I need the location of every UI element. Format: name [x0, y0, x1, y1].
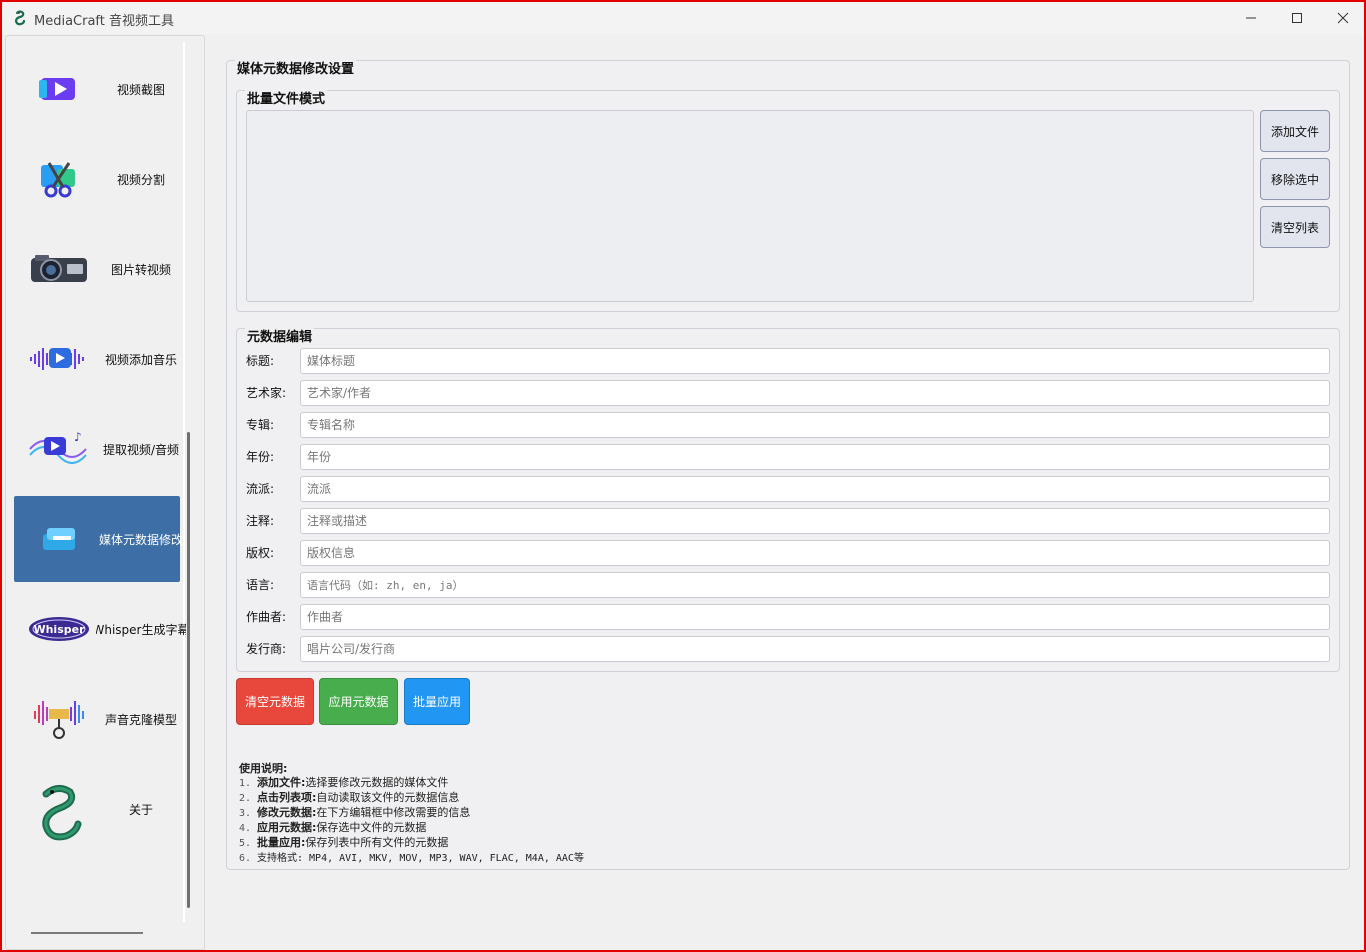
file-list[interactable] — [246, 110, 1254, 302]
sidebar-item-label: 声音克隆模型 — [104, 712, 177, 727]
extract-audio-icon: ♪ — [26, 424, 92, 474]
sidebar-item-extract-audio[interactable]: ♪ 提取视频/音频 — [14, 406, 180, 492]
album-input[interactable] — [300, 412, 1330, 438]
window-title: MediaCraft 音视频工具 — [34, 14, 175, 29]
sidebar-item-metadata[interactable]: 媒体元数据修改 — [14, 496, 183, 582]
sidebar-item-label: 视频分割 — [116, 172, 165, 187]
language-label: 语言: — [246, 578, 275, 592]
audio-wave-icon — [26, 334, 92, 384]
sidebar-horizontal-scrollbar[interactable] — [31, 932, 143, 934]
comment-input[interactable] — [300, 508, 1330, 534]
metadata-group-title: 元数据编辑 — [245, 326, 315, 345]
maximize-button[interactable] — [1274, 2, 1320, 34]
sidebar-scrollbar[interactable] — [187, 432, 190, 908]
usage-item: 5. 批量应用:保存列表中所有文件的元数据 — [239, 836, 449, 849]
sidebar-item-label: Whisper生成字幕 — [96, 622, 186, 637]
maximize-icon — [1292, 13, 1302, 23]
batch-apply-button[interactable]: 批量应用 — [404, 678, 470, 725]
publisher-label: 发行商: — [246, 642, 287, 656]
video-split-icon — [26, 154, 92, 204]
usage-item: 2. 点击列表项:自动读取该文件的元数据信息 — [239, 791, 460, 804]
year-label: 年份: — [246, 450, 275, 464]
title-label: 标题: — [246, 354, 275, 368]
sidebar-item-whisper[interactable]: Whisper Whisper生成字幕 — [14, 586, 186, 672]
svg-text:Whisper: Whisper — [33, 623, 85, 636]
sidebar-item-video-capture[interactable]: 视频截图 — [14, 46, 180, 132]
publisher-input[interactable] — [300, 636, 1330, 662]
sidebar-item-add-music[interactable]: 视频添加音乐 — [14, 316, 180, 402]
sidebar-item-video-split[interactable]: 视频分割 — [14, 136, 180, 222]
composer-input[interactable] — [300, 604, 1330, 630]
minimize-button[interactable] — [1228, 2, 1274, 34]
sidebar: 视频截图 视频分割 图片转视频 视频添加音乐 ♪ 提取视频/音频 媒体元数据修改… — [5, 35, 205, 950]
comment-label: 注释: — [246, 514, 275, 528]
title-bar: MediaCraft 音视频工具 — [2, 2, 1364, 34]
composer-label: 作曲者: — [246, 610, 287, 624]
language-input[interactable] — [300, 572, 1330, 598]
artist-input[interactable] — [300, 380, 1330, 406]
usage-instructions: 使用说明: 1. 添加文件:选择要修改元数据的媒体文件 2. 点击列表项:自动读取该… — [239, 762, 939, 866]
metadata-box-icon — [26, 514, 92, 564]
genre-input[interactable] — [300, 476, 1330, 502]
sidebar-item-about[interactable]: 关于 — [14, 766, 180, 852]
remove-selected-button[interactable]: 移除选中 — [1260, 158, 1330, 200]
settings-group-title: 媒体元数据修改设置 — [235, 58, 357, 77]
sidebar-item-label: 图片转视频 — [110, 262, 171, 277]
usage-item: 3. 修改元数据:在下方编辑框中修改需要的信息 — [239, 806, 471, 819]
whisper-logo-icon: Whisper — [26, 604, 92, 654]
svg-text:♪: ♪ — [74, 430, 82, 444]
usage-item: 6. 支持格式: MP4, AVI, MKV, MOV, MP3, WAV, FL… — [239, 853, 584, 864]
sidebar-item-label: 媒体元数据修改 — [98, 532, 183, 547]
sidebar-item-voice-clone[interactable]: 声音克隆模型 — [14, 676, 180, 762]
year-input[interactable] — [300, 444, 1330, 470]
apply-metadata-button[interactable]: 应用元数据 — [319, 678, 398, 725]
sidebar-item-image-to-video[interactable]: 图片转视频 — [14, 226, 180, 312]
copyright-input[interactable] — [300, 540, 1330, 566]
app-window: MediaCraft 音视频工具 视频截图 视频分割 图片转视频 视频添加音乐 … — [0, 0, 1366, 952]
batch-group-title: 批量文件模式 — [245, 88, 328, 107]
video-capture-icon — [26, 64, 92, 114]
artist-label: 艺术家: — [246, 386, 287, 400]
camera-icon — [26, 244, 92, 294]
copyright-label: 版权: — [246, 546, 275, 560]
title-input[interactable] — [300, 348, 1330, 374]
usage-item: 4. 应用元数据:保存选中文件的元数据 — [239, 821, 427, 834]
clear-list-button[interactable]: 清空列表 — [1260, 206, 1330, 248]
snake-logo-icon — [26, 784, 92, 841]
voice-clone-icon — [26, 694, 92, 744]
sidebar-item-label: 视频截图 — [116, 82, 165, 97]
add-file-button[interactable]: 添加文件 — [1260, 110, 1330, 152]
genre-label: 流派: — [246, 482, 275, 496]
clear-metadata-button[interactable]: 清空元数据 — [236, 678, 314, 725]
close-icon — [1337, 12, 1349, 24]
minimize-icon — [1246, 17, 1256, 19]
sidebar-item-label: 视频添加音乐 — [104, 352, 177, 367]
usage-item: 1. 添加文件:选择要修改元数据的媒体文件 — [239, 776, 449, 789]
close-button[interactable] — [1320, 2, 1366, 34]
sidebar-item-label: 提取视频/音频 — [102, 442, 180, 457]
sidebar-item-label: 关于 — [128, 802, 153, 817]
app-logo-icon — [14, 10, 26, 26]
album-label: 专辑: — [246, 418, 275, 432]
usage-title: 使用说明: — [239, 762, 288, 775]
